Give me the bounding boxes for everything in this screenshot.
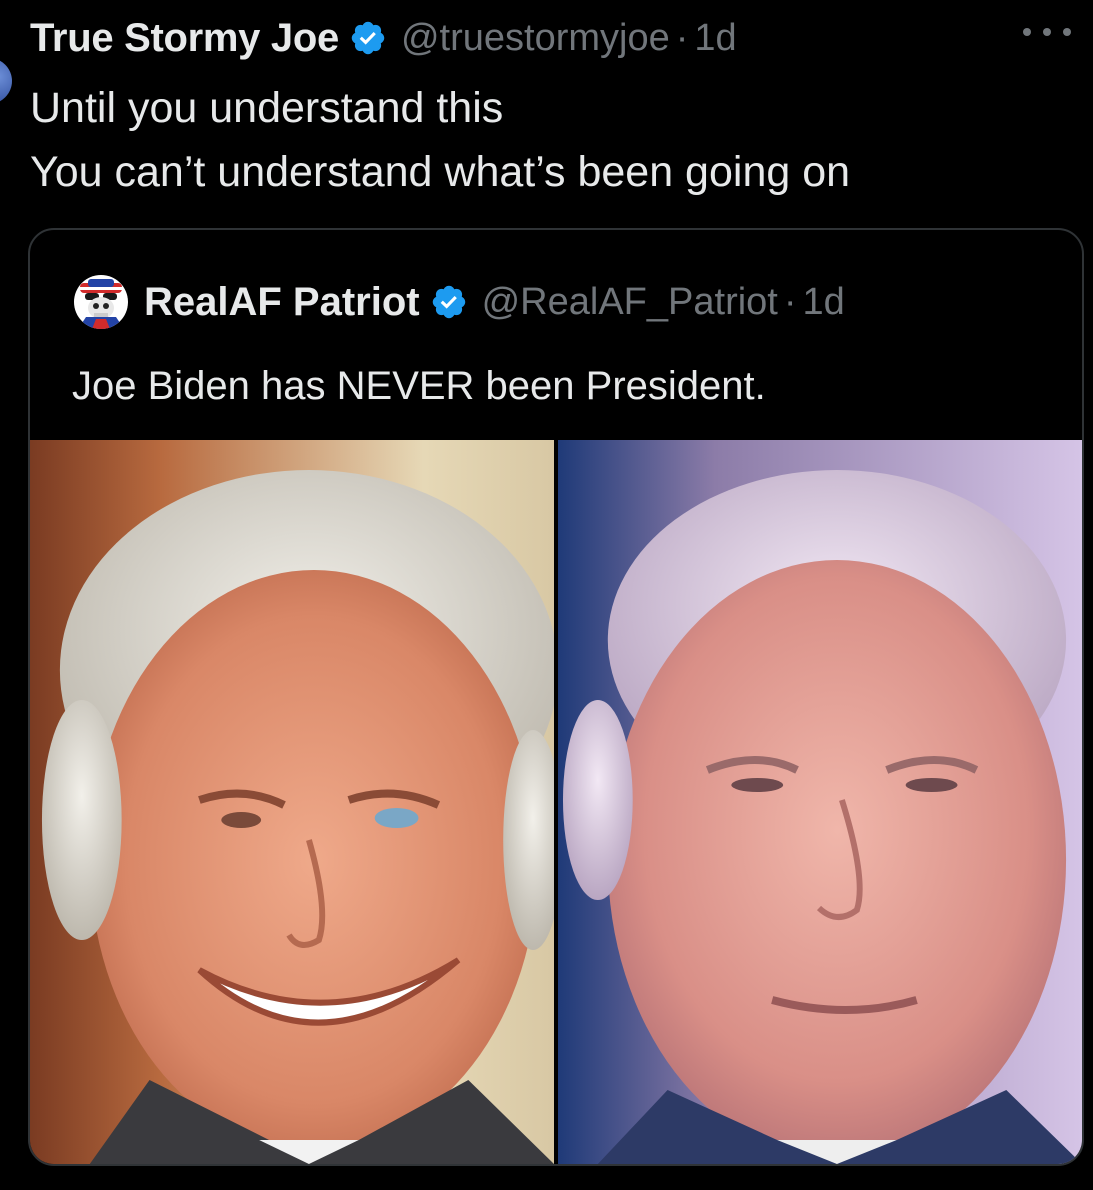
tweet-text-line: Until you understand this <box>30 84 504 132</box>
author-display-name[interactable]: True Stormy Joe <box>30 16 339 61</box>
quoted-tweet-text: Joe Biden has NEVER been President. <box>72 364 766 408</box>
tweet-text: Until you understand this You can’t unde… <box>30 76 850 204</box>
quoted-tweet-card[interactable]: RealAF Patriot @RealAF_Patriot · 1d Joe … <box>28 228 1084 1166</box>
photo-grid <box>30 440 1082 1164</box>
more-dot <box>1063 28 1071 36</box>
author-handle[interactable]: @truestormyjoe <box>401 17 670 60</box>
left-photo[interactable] <box>30 440 554 1164</box>
right-photo[interactable] <box>558 440 1082 1164</box>
more-options-icon[interactable] <box>1023 22 1071 42</box>
portrait-photo <box>30 440 554 1164</box>
more-dot <box>1023 28 1031 36</box>
quoted-time[interactable]: 1d <box>803 281 845 324</box>
portrait-photo <box>558 440 1082 1164</box>
verified-badge-icon[interactable] <box>349 19 387 57</box>
quoted-handle[interactable]: @RealAF_Patriot <box>482 281 778 324</box>
quoted-display-name[interactable]: RealAF Patriot <box>144 280 420 325</box>
quoted-tweet-header: RealAF Patriot @RealAF_Patriot · 1d <box>74 274 845 330</box>
more-dot <box>1043 28 1051 36</box>
tweet-text-line: You can’t understand what’s been going o… <box>30 148 851 196</box>
author-avatar[interactable] <box>0 58 12 104</box>
tweet-header: True Stormy Joe @truestormyjoe · 1d <box>30 10 737 66</box>
separator-dot: · <box>783 280 797 323</box>
patriot-skull-avatar[interactable] <box>74 275 128 329</box>
verified-badge-icon[interactable] <box>430 283 468 321</box>
tweet-time[interactable]: 1d <box>694 17 736 60</box>
separator-dot: · <box>675 16 689 59</box>
